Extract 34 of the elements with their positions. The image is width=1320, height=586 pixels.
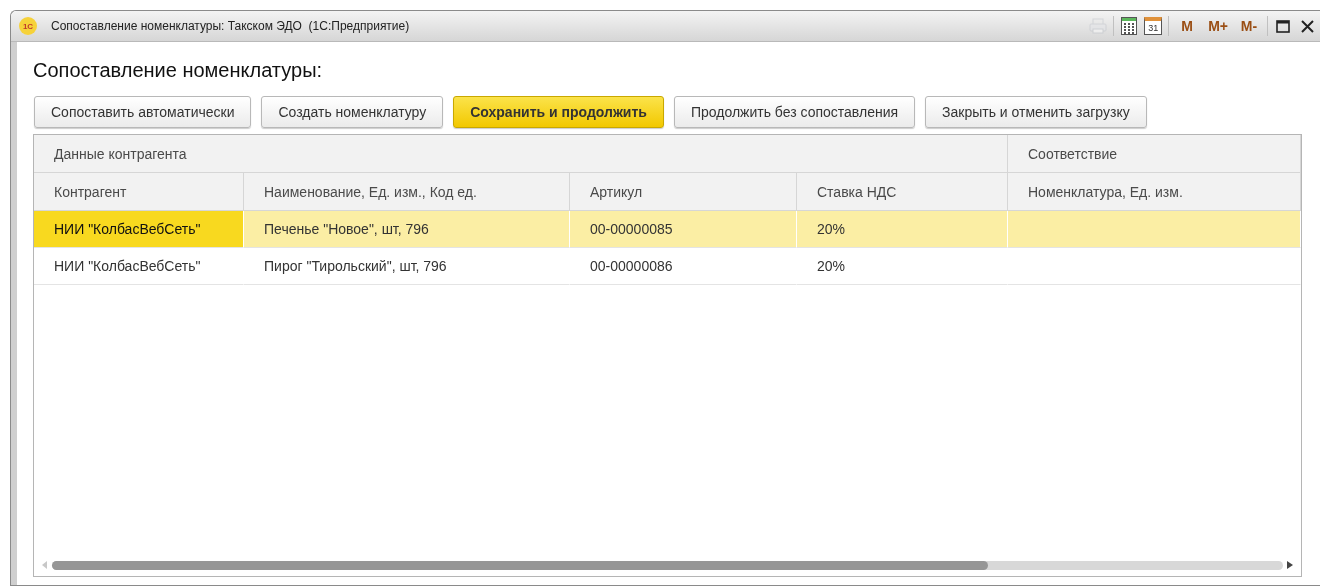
close-icon[interactable] [1300, 19, 1314, 33]
table-cell[interactable]: 20% [797, 248, 1008, 285]
scroll-right-icon[interactable] [1287, 561, 1293, 569]
action-button[interactable]: Сохранить и продолжить [453, 96, 664, 128]
column-header[interactable]: Ставка НДС [797, 173, 1008, 211]
column-header[interactable]: Контрагент [34, 173, 244, 211]
column-header[interactable]: Артикул [570, 173, 797, 211]
column-group-header: Соответствие [1008, 135, 1301, 173]
app-logo: 1С [19, 17, 37, 35]
column-group-header: Данные контрагента [34, 135, 1008, 173]
horizontal-scrollbar[interactable] [52, 560, 1283, 570]
calendar-icon[interactable]: 31 [1144, 17, 1163, 35]
column-header[interactable]: Наименование, Ед. изм., Код ед. [244, 173, 570, 211]
form-heading: Сопоставление номенклатуры: [33, 59, 324, 82]
table-cell[interactable]: НИИ "КолбасВебСеть" [34, 211, 244, 248]
table-cell[interactable]: НИИ "КолбасВебСеть" [34, 248, 244, 285]
scrollbar-thumb[interactable] [52, 560, 988, 570]
action-button[interactable]: Создать номенклатуру [261, 96, 444, 128]
window-title: Сопоставление номенклатуры: Такском ЭДО (1С:Предприятие) [51, 19, 410, 33]
column-header[interactable]: Номенклатура, Ед. изм. [1008, 173, 1301, 211]
scroll-left-icon[interactable] [42, 561, 48, 569]
memory-button[interactable]: M- [1237, 16, 1261, 36]
table-cell[interactable]: Пирог "Тирольский", шт, 796 [244, 248, 570, 285]
maximize-icon[interactable] [1276, 19, 1290, 33]
action-button[interactable]: Продолжить без сопоставления [673, 96, 916, 128]
calculator-icon[interactable] [1121, 17, 1138, 35]
table-cell[interactable]: 00-00000086 [570, 248, 797, 285]
table-cell[interactable]: 00-00000085 [570, 211, 797, 248]
table-cell[interactable]: Печенье "Новое", шт, 796 [244, 211, 570, 248]
action-button[interactable]: Закрыть и отменить загрузку [925, 96, 1147, 128]
memory-button[interactable]: M [1175, 16, 1200, 36]
action-button[interactable]: Сопоставить автоматически [34, 96, 252, 128]
memory-button[interactable]: M+ [1205, 16, 1231, 36]
table-cell[interactable]: 20% [797, 211, 1008, 248]
